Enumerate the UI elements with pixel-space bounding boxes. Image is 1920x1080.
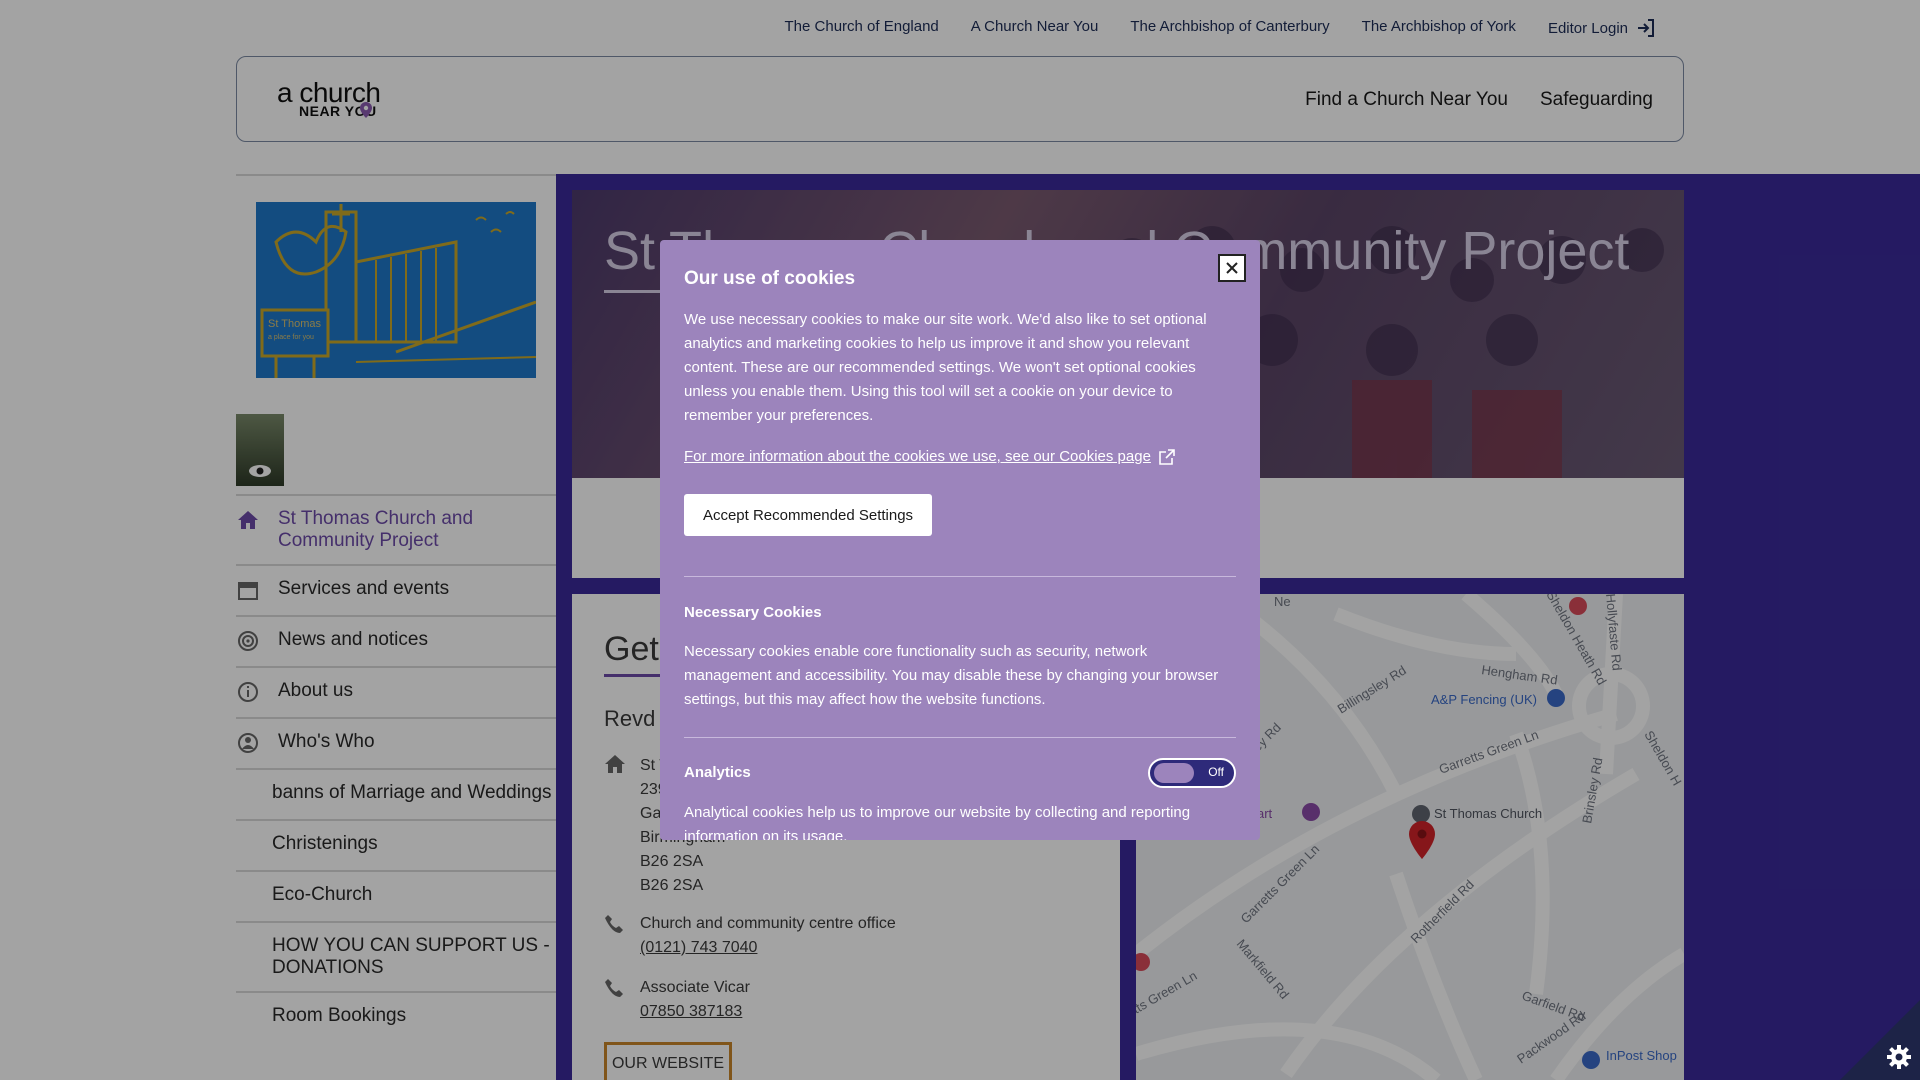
external-link-icon — [1159, 448, 1175, 465]
cookies-page-link[interactable]: For more information about the cookies w… — [684, 448, 1175, 465]
cookies-page-link-text: For more information about the cookies w… — [684, 448, 1151, 465]
divider — [684, 737, 1236, 738]
accept-recommended-button[interactable]: Accept Recommended Settings — [684, 494, 932, 536]
close-dialog-button[interactable] — [1218, 254, 1246, 282]
cookie-dialog-title: Our use of cookies — [684, 268, 856, 289]
close-icon — [1226, 262, 1238, 274]
cookie-consent-dialog: Our use of cookies We use necessary cook… — [660, 240, 1260, 840]
necessary-cookies-text: Necessary cookies enable core functional… — [684, 643, 1219, 708]
toggle-knob — [1154, 763, 1194, 783]
analytics-toggle-state: Off — [1208, 765, 1224, 779]
analytics-toggle[interactable]: Off — [1148, 758, 1236, 788]
analytics-text: Analytical cookies help us to improve ou… — [684, 804, 1191, 840]
cookie-settings-button[interactable] — [1840, 1000, 1920, 1080]
analytics-title: Analytics — [684, 764, 751, 781]
cookie-intro-text: We use necessary cookies to make our sit… — [684, 311, 1207, 424]
gear-icon — [1887, 1045, 1911, 1069]
necessary-cookies-title: Necessary Cookies — [684, 604, 822, 621]
divider — [684, 576, 1236, 577]
